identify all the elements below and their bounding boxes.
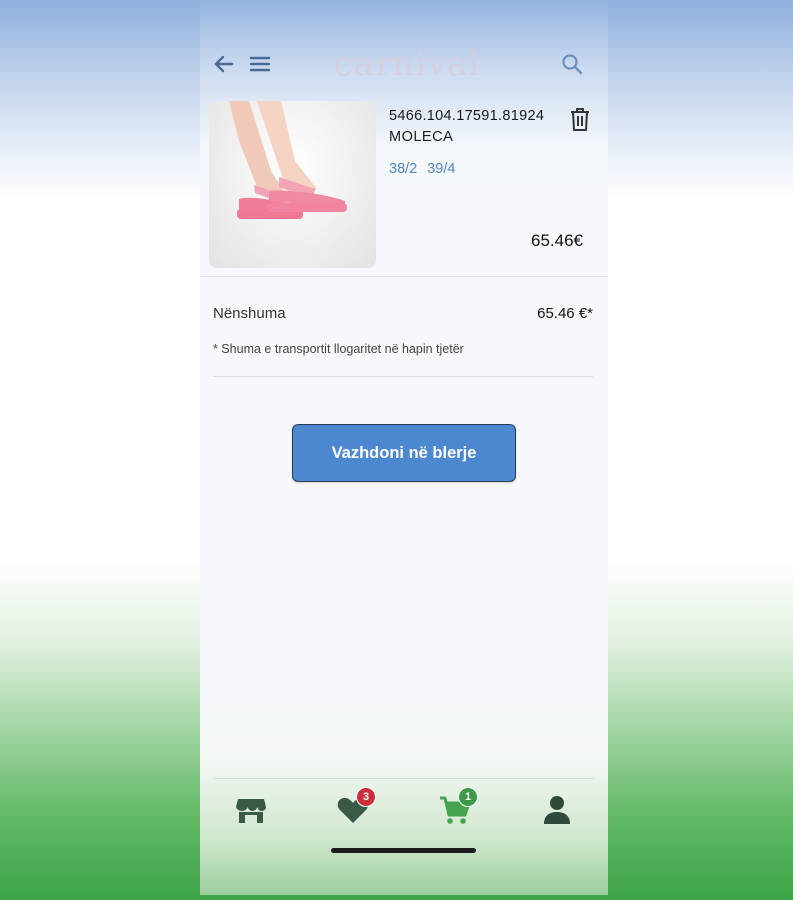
favorites-count-badge: 3 (356, 787, 376, 807)
store-icon[interactable] (234, 793, 268, 827)
product-image[interactable] (209, 101, 376, 268)
continue-checkout-button[interactable]: Vazhdoni në blerje (292, 424, 516, 482)
shipping-note: * Shuma e transportit llogaritet në hapi… (213, 342, 464, 356)
search-icon[interactable] (560, 52, 584, 76)
cart-count-badge: 1 (458, 787, 478, 807)
cart-item: 5466.104.17591.81924 MOLECA 38/2 39/4 65.… (200, 100, 608, 277)
home-indicator (331, 848, 476, 853)
trash-icon[interactable] (568, 106, 592, 132)
product-sizes: 38/2 39/4 (389, 161, 465, 177)
brand-logo[interactable]: carnival (332, 46, 482, 82)
subtotal-value: 65.46 €* (537, 305, 593, 322)
product-code: 5466.104.17591.81924 (389, 108, 545, 124)
size-option[interactable]: 38/2 (389, 161, 417, 177)
subtotal-label: Nënshuma (213, 305, 286, 322)
size-option[interactable]: 39/4 (427, 161, 455, 177)
order-summary: Nënshuma 65.46 €* * Shuma e transportit … (213, 300, 593, 377)
favorites-tab[interactable]: 3 (336, 787, 376, 827)
hamburger-menu-icon[interactable] (248, 52, 272, 76)
top-app-bar: carnival (200, 40, 608, 86)
phone-screen: carnival 5466.104.17591.81924 MOLECA 38/… (200, 0, 608, 895)
item-price: 65.46€ (531, 231, 583, 250)
arrow-left-icon[interactable] (212, 52, 236, 76)
bottom-tab-bar: 3 1 (214, 778, 594, 839)
cart-tab[interactable]: 1 (438, 787, 478, 827)
product-name: MOLECA (389, 129, 454, 145)
user-icon[interactable] (540, 793, 574, 827)
sandal-illustration (229, 101, 347, 219)
